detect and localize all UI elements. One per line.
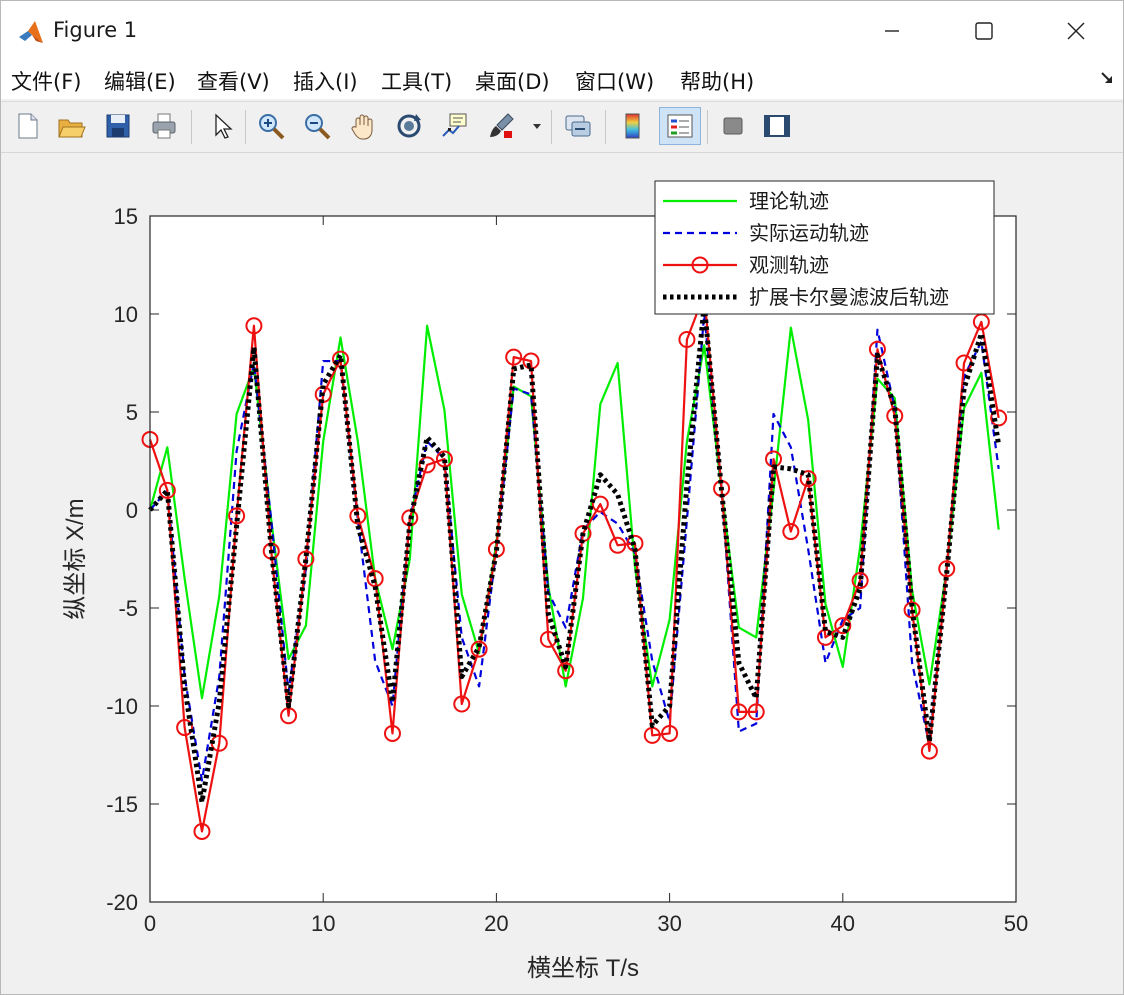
chart-legend[interactable]: 理论轨迹实际运动轨迹观测轨迹扩展卡尔曼滤波后轨迹 — [654, 180, 995, 315]
x-tick-label: 40 — [831, 911, 855, 936]
dock-arrow-icon[interactable] — [1099, 70, 1115, 86]
legend-label: 实际运动轨迹 — [749, 221, 869, 245]
y-axis-label: 纵坐标 X/m — [62, 498, 89, 619]
y-tick-label: -5 — [118, 596, 138, 621]
title-bar[interactable]: Figure 1 — [1, 1, 1123, 61]
toolbar-separator — [707, 110, 708, 144]
matlab-logo-icon — [19, 21, 43, 43]
figure-canvas: 0 10 20 30 40 50 -20 -15 -10 -5 0 5 10 15 横坐标 T/s 纵坐标 X… — [1, 153, 1123, 994]
link-plot-button[interactable] — [560, 107, 596, 145]
menu-view[interactable]: 查看(V) — [197, 66, 270, 96]
y-tick-label: -10 — [106, 694, 138, 719]
save-button[interactable] — [100, 107, 136, 145]
show-plot-tools-button[interactable] — [759, 107, 795, 145]
menu-edit[interactable]: 编辑(E) — [104, 66, 176, 96]
zoom-in-icon — [259, 114, 285, 140]
pointer-icon — [215, 113, 233, 139]
open-file-button[interactable] — [53, 107, 89, 145]
y-tick-label: 10 — [114, 302, 138, 327]
line-chart[interactable]: 0 10 20 30 40 50 -20 -15 -10 -5 0 5 10 15 横坐标 T/s 纵坐标 X… — [1, 153, 1123, 994]
link-plot-icon — [565, 115, 591, 137]
legend-label: 观测轨迹 — [749, 253, 829, 277]
toolbar-separator — [605, 110, 606, 144]
x-tick-label: 0 — [144, 911, 156, 936]
hide-plot-tools-icon — [723, 117, 743, 135]
menu-help[interactable]: 帮助(H) — [680, 66, 754, 96]
chevron-down-icon — [533, 124, 541, 129]
brush-dropdown-button[interactable] — [529, 107, 545, 145]
toolbar-separator — [191, 110, 192, 144]
zoom-out-icon — [305, 114, 331, 140]
toolbar-separator — [551, 110, 552, 144]
y-tick-label: 0 — [126, 498, 138, 523]
data-cursor-button[interactable] — [437, 107, 473, 145]
x-tick-label: 50 — [1004, 911, 1028, 936]
x-tick-label: 10 — [311, 911, 335, 936]
legend-label: 扩展卡尔曼滤波后轨迹 — [749, 285, 949, 309]
show-plot-tools-icon — [764, 115, 790, 137]
brush-icon — [490, 113, 514, 138]
print-button[interactable] — [146, 107, 182, 145]
y-tick-label: -20 — [106, 890, 138, 915]
menu-insert[interactable]: 插入(I) — [293, 66, 358, 96]
legend-icon — [667, 114, 693, 138]
y-tick-label: 15 — [114, 204, 138, 229]
menu-file[interactable]: 文件(F) — [11, 66, 81, 96]
new-figure-button[interactable] — [9, 107, 45, 145]
rotate-3d-button[interactable] — [391, 107, 427, 145]
legend-label: 理论轨迹 — [749, 189, 829, 213]
close-button[interactable] — [1030, 1, 1122, 61]
figure-toolbar — [1, 101, 1123, 153]
menu-desktop[interactable]: 桌面(D) — [475, 66, 550, 96]
x-axis-label: 横坐标 T/s — [527, 955, 639, 982]
x-tick-label: 20 — [484, 911, 508, 936]
pan-button[interactable] — [345, 107, 381, 145]
data-cursor-icon — [442, 113, 467, 137]
maximize-button[interactable] — [938, 1, 1030, 61]
menu-bar: 文件(F) 编辑(E) 查看(V) 插入(I) 工具(T) 桌面(D) 窗口(W… — [1, 61, 1123, 99]
legend-button[interactable] — [659, 107, 701, 145]
save-icon — [106, 114, 130, 138]
y-tick-label: 5 — [126, 400, 138, 425]
colorbar-button[interactable] — [615, 107, 651, 145]
rotate-3d-icon — [397, 114, 421, 138]
hide-plot-tools-button[interactable] — [715, 107, 751, 145]
menu-tools[interactable]: 工具(T) — [381, 66, 452, 96]
new-figure-icon — [18, 113, 38, 139]
maximize-icon — [975, 22, 993, 40]
minimize-icon — [885, 30, 899, 32]
zoom-in-button[interactable] — [253, 107, 289, 145]
plot-area — [150, 216, 1016, 902]
toolbar-separator — [245, 110, 246, 144]
colorbar-icon — [625, 113, 640, 139]
figure-window: Figure 1 文件(F) 编辑(E) 查看(V) 插入(I) 工具(T) 桌… — [0, 0, 1124, 995]
pointer-button[interactable] — [204, 107, 240, 145]
minimize-button[interactable] — [846, 1, 938, 61]
menu-window[interactable]: 窗口(W) — [575, 66, 654, 96]
brush-button[interactable] — [483, 107, 519, 145]
zoom-out-button[interactable] — [299, 107, 335, 145]
window-title: Figure 1 — [53, 18, 138, 42]
y-tick-label: -15 — [106, 792, 138, 817]
close-icon — [1067, 22, 1085, 40]
x-tick-label: 30 — [657, 911, 681, 936]
pan-icon — [351, 114, 373, 140]
print-icon — [152, 113, 176, 139]
open-file-icon — [58, 119, 86, 138]
